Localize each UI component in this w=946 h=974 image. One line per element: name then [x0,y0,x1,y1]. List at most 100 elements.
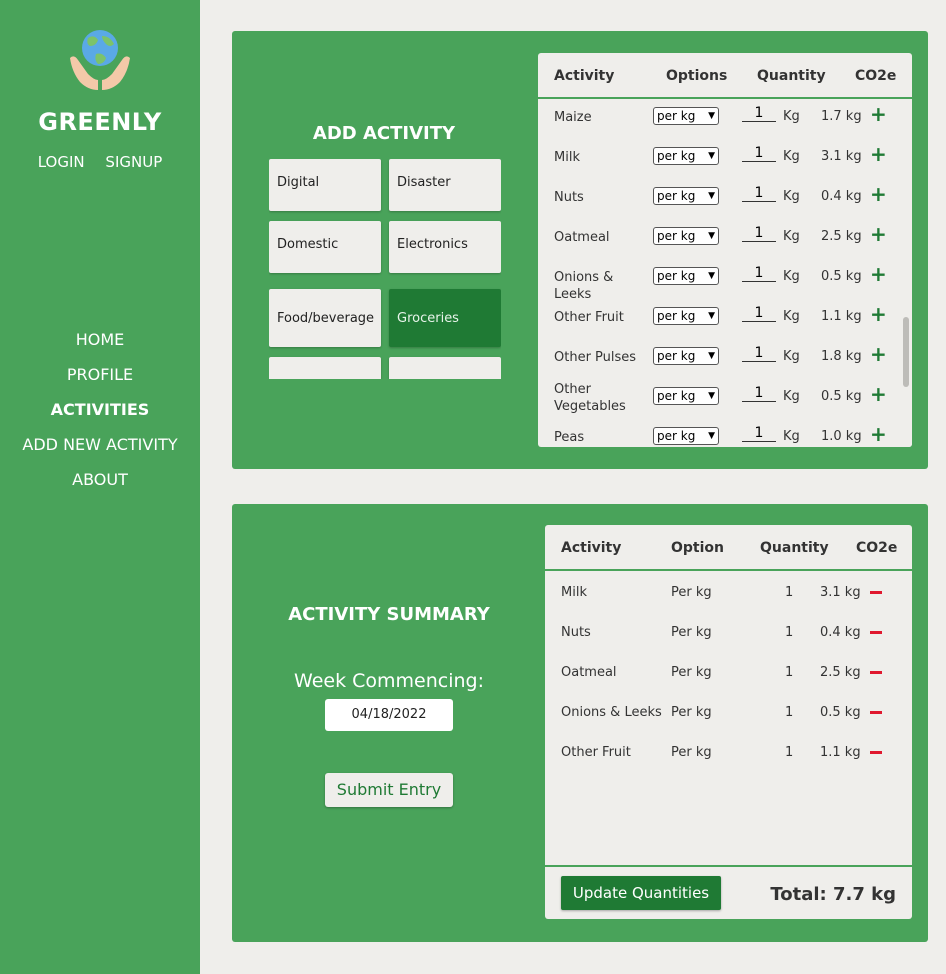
login-link[interactable]: LOGIN [38,153,85,171]
option-select[interactable]: per kg ▼ [653,227,719,245]
unit-label: Kg [783,429,800,444]
row-co2e: 3.1 kg [820,585,861,600]
chevron-down-icon: ▼ [708,311,715,321]
submit-entry-button[interactable]: Submit Entry [325,773,453,807]
add-plus-icon[interactable]: + [870,222,887,246]
nav-item-activities[interactable]: ACTIVITIES [0,400,200,435]
nav-item-home[interactable]: HOME [0,330,200,365]
signup-link[interactable]: SIGNUP [105,153,162,171]
week-commencing-label: Week Commencing: [294,670,484,692]
unit-label: Kg [783,389,800,404]
option-select-value: per kg [657,109,696,123]
row-quantity: 1 [785,745,794,760]
row-activity: Other Pulses [554,350,637,365]
add-plus-icon[interactable]: + [870,102,887,126]
add-plus-icon[interactable]: + [870,142,887,166]
header-quantity: Quantity [757,68,826,84]
category-item[interactable] [389,357,501,379]
table-row: Milk Per kg 1 3.1 kg [545,571,912,611]
quantity-input[interactable]: 1 [742,225,776,242]
quantity-input[interactable]: 1 [742,425,776,442]
chevron-down-icon: ▼ [708,271,715,281]
row-co2e: 1.1 kg [820,745,861,760]
week-date-input[interactable]: 04/18/2022 [325,699,453,731]
co2e-value: 1.7 kg [821,109,862,124]
chevron-down-icon: ▼ [708,191,715,201]
option-select[interactable]: per kg ▼ [653,267,719,285]
row-activity: Nuts [554,190,584,205]
quantity-input[interactable]: 1 [742,145,776,162]
option-select[interactable]: per kg ▼ [653,107,719,125]
row-option: Per kg [671,745,712,760]
table-row: Milk per kg ▼ 1 Kg 3.1 kg + [538,139,912,179]
scrollbar[interactable] [900,99,912,447]
co2e-value: 1.8 kg [821,349,862,364]
co2e-value: 0.5 kg [821,269,862,284]
row-activity: Peas [554,430,585,445]
row-co2e: 0.4 kg [820,625,861,640]
quantity-input[interactable]: 1 [742,305,776,322]
summary-title: ACTIVITY SUMMARY [288,604,490,625]
remove-minus-icon[interactable] [870,631,882,634]
scrollbar-thumb[interactable] [903,317,909,387]
category-item[interactable] [269,357,381,379]
summary-table: Activity Option Quantity CO2e Milk Per kg… [545,525,912,919]
category-food-beverage[interactable]: Food/beverage [269,289,381,347]
category-electronics[interactable]: Electronics [389,221,501,273]
option-select[interactable]: per kg ▼ [653,347,719,365]
category-domestic[interactable]: Domestic [269,221,381,273]
quantity-input[interactable]: 1 [742,265,776,282]
row-activity: Oatmeal [561,665,617,680]
total-co2e: Total: 7.7 kg [770,884,896,905]
category-groceries[interactable]: Groceries [389,289,501,347]
add-plus-icon[interactable]: + [870,342,887,366]
option-select[interactable]: per kg ▼ [653,147,719,165]
remove-minus-icon[interactable] [870,591,882,594]
unit-label: Kg [783,309,800,324]
add-plus-icon[interactable]: + [870,262,887,286]
category-digital[interactable]: Digital [269,159,381,211]
row-activity: Onions & Leeks [554,270,614,302]
table-header: Activity Options Quantity CO2e [538,53,912,99]
co2e-value: 2.5 kg [821,229,862,244]
nav-item-about[interactable]: ABOUT [0,470,200,505]
row-activity: Other Fruit [561,745,631,760]
row-option: Per kg [671,665,712,680]
unit-label: Kg [783,149,800,164]
header-option: Option [671,540,724,556]
row-activity: Other Vegetables [554,382,626,414]
remove-minus-icon[interactable] [870,751,882,754]
row-option: Per kg [671,705,712,720]
add-plus-icon[interactable]: + [870,382,887,406]
option-select-value: per kg [657,229,696,243]
nav-item-profile[interactable]: PROFILE [0,365,200,400]
quantity-input[interactable]: 1 [742,105,776,122]
row-co2e: 0.5 kg [820,705,861,720]
add-plus-icon[interactable]: + [870,422,887,446]
remove-minus-icon[interactable] [870,711,882,714]
option-select[interactable]: per kg ▼ [653,187,719,205]
option-select[interactable]: per kg ▼ [653,387,719,405]
quantity-input[interactable]: 1 [742,385,776,402]
option-select[interactable]: per kg ▼ [653,307,719,325]
unit-label: Kg [783,349,800,364]
option-select-value: per kg [657,349,696,363]
add-plus-icon[interactable]: + [870,182,887,206]
nav-item-add-new-activity[interactable]: ADD NEW ACTIVITY [0,435,200,470]
quantity-input[interactable]: 1 [742,185,776,202]
table-row: Onions & Leeks Per kg 1 0.5 kg [545,691,912,731]
globe-in-hands-icon [70,30,130,90]
row-quantity: 1 [785,705,794,720]
option-select[interactable]: per kg ▼ [653,427,719,445]
row-activity: Maize [554,110,592,125]
update-quantities-button[interactable]: Update Quantities [561,876,721,910]
quantity-input[interactable]: 1 [742,345,776,362]
row-co2e: 2.5 kg [820,665,861,680]
remove-minus-icon[interactable] [870,671,882,674]
activity-summary-panel: ACTIVITY SUMMARY Week Commencing: 04/18/… [232,504,928,942]
add-plus-icon[interactable]: + [870,302,887,326]
category-disaster[interactable]: Disaster [389,159,501,211]
header-activity: Activity [561,540,622,556]
co2e-value: 3.1 kg [821,149,862,164]
header-quantity: Quantity [760,540,829,556]
